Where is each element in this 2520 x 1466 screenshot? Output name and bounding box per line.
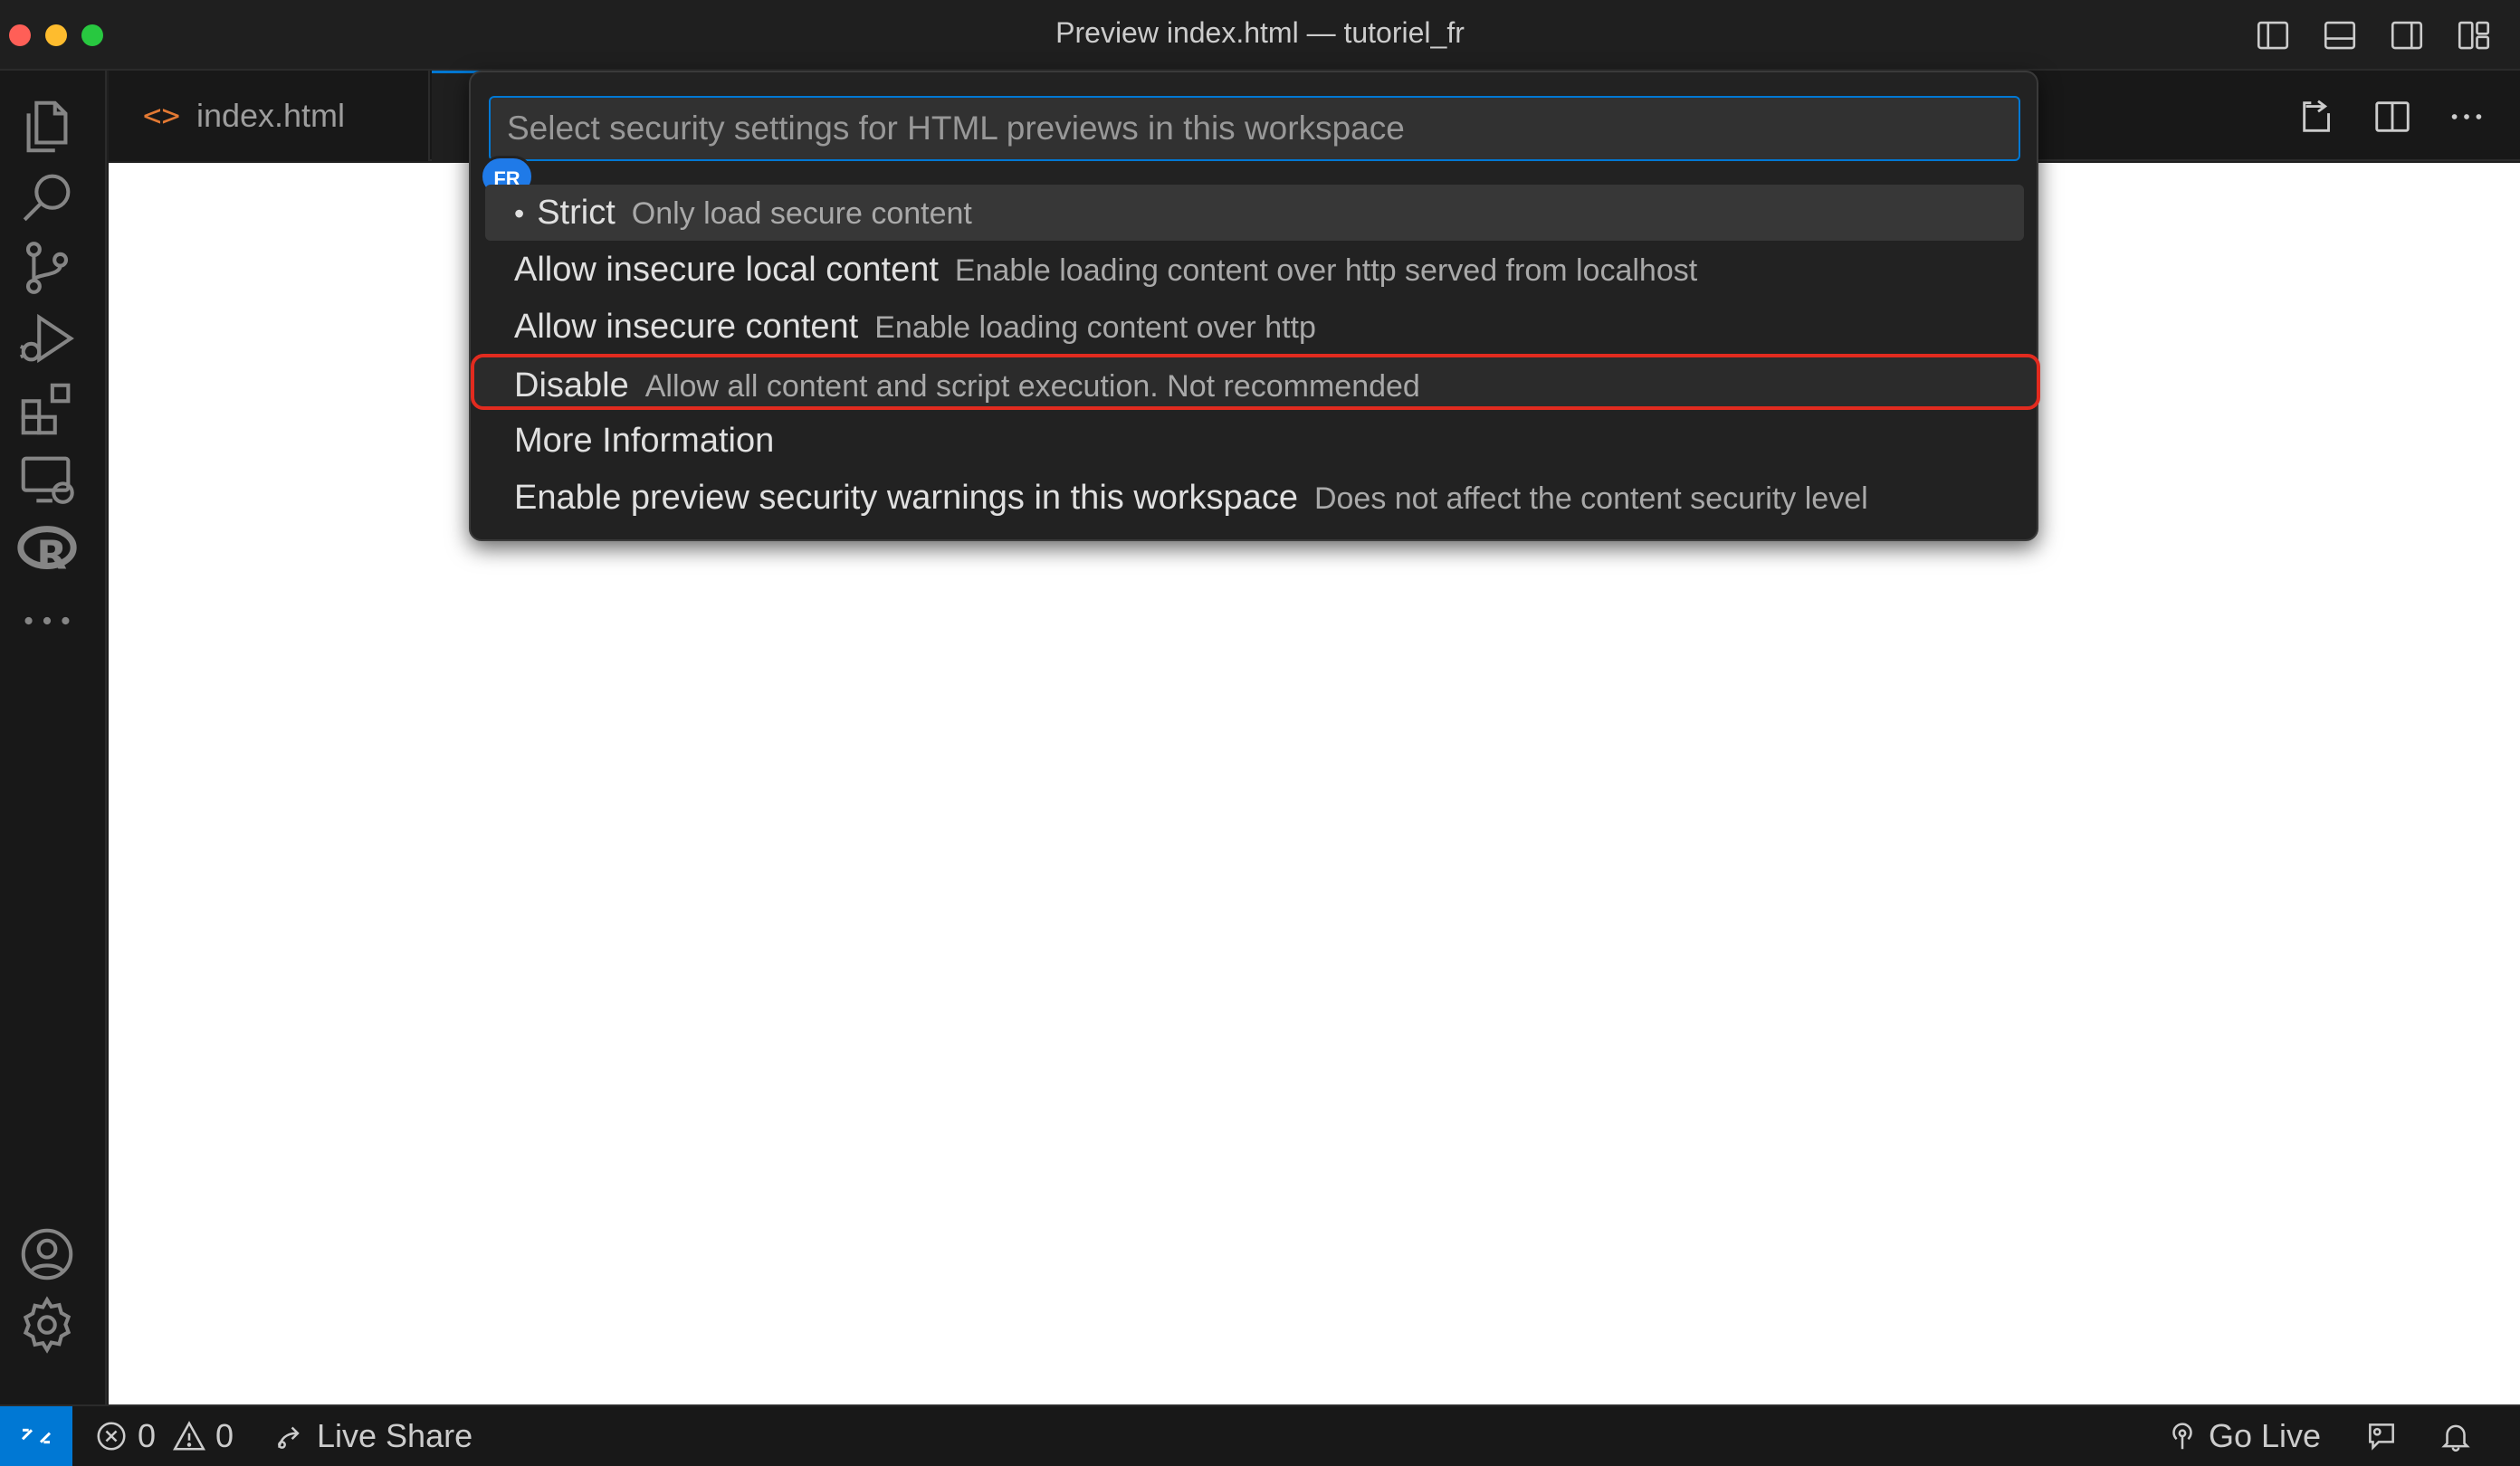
option-label: Disable — [514, 366, 629, 405]
notifications-button[interactable] — [2439, 1406, 2473, 1466]
more-views-icon[interactable] — [13, 586, 81, 655]
accounts-icon[interactable] — [13, 1220, 81, 1289]
option-label: Enable preview security warnings in this… — [514, 479, 1298, 517]
option-label: Allow insecure local content — [514, 251, 939, 289]
open-source-icon[interactable] — [2297, 96, 2339, 138]
more-actions-icon[interactable] — [2446, 96, 2487, 138]
tab-index-html[interactable]: <> index.html — [109, 71, 430, 161]
option-description: Only load secure content — [631, 196, 972, 231]
option-label: More Information — [514, 422, 775, 460]
svg-text:R: R — [36, 532, 67, 578]
html-file-icon: <> — [143, 98, 180, 134]
warning-icon — [173, 1421, 206, 1451]
go-live-button[interactable]: Go Live — [2165, 1406, 2321, 1466]
split-editor-icon[interactable] — [2372, 96, 2413, 138]
broadcast-icon — [2172, 1423, 2192, 1450]
quick-pick-input[interactable] — [489, 96, 2020, 161]
error-count: 0 — [138, 1417, 157, 1454]
live-share-button[interactable]: Live Share — [273, 1406, 472, 1466]
error-icon — [97, 1422, 126, 1451]
toggle-panel-icon[interactable] — [2321, 16, 2359, 54]
toggle-primary-sidebar-icon[interactable] — [2254, 16, 2292, 54]
remote-indicator-button[interactable] — [0, 1406, 72, 1466]
tab-label: index.html — [196, 97, 346, 134]
go-live-label: Go Live — [2209, 1417, 2322, 1454]
toggle-secondary-sidebar-icon[interactable] — [2388, 16, 2426, 54]
option-allow-insecure-content[interactable]: Allow insecure content Enable loading co… — [485, 299, 2024, 355]
explorer-icon[interactable] — [13, 92, 81, 161]
selected-bullet-icon: • — [514, 197, 525, 230]
option-description: Does not affect the content security lev… — [1313, 481, 1868, 516]
customize-layout-icon[interactable] — [2455, 16, 2493, 54]
option-description: Allow all content and script execution. … — [644, 369, 1420, 404]
option-description: Enable loading content over http — [874, 310, 1316, 345]
settings-gear-icon[interactable] — [13, 1290, 81, 1359]
editor-actions — [2297, 96, 2487, 138]
option-strict[interactable]: • Strict Only load secure content — [485, 185, 2024, 241]
option-label: Strict — [537, 194, 616, 232]
feedback-button[interactable] — [2364, 1406, 2399, 1466]
status-bar: 0 0 Live Share Go Live — [0, 1404, 2520, 1466]
r-language-icon[interactable]: R — [13, 516, 81, 585]
option-label: Allow insecure content — [514, 308, 859, 346]
warning-count: 0 — [215, 1417, 234, 1454]
feedback-icon — [2369, 1423, 2394, 1451]
remote-explorer-icon[interactable] — [13, 445, 81, 514]
option-disable[interactable]: Disable Allow all content and script exe… — [471, 354, 2040, 410]
search-icon[interactable] — [13, 163, 81, 232]
run-and-debug-icon[interactable] — [13, 304, 81, 373]
option-allow-insecure-local-content[interactable]: Allow insecure local content Enable load… — [485, 242, 2024, 298]
remote-icon — [21, 1428, 52, 1444]
activity-bar: R — [0, 71, 107, 1404]
bell-icon — [2441, 1424, 2470, 1452]
live-share-label: Live Share — [317, 1417, 473, 1454]
window-title: Preview index.html — tutoriel_fr — [1055, 16, 1465, 49]
option-enable-security-warnings[interactable]: Enable preview security warnings in this… — [485, 470, 2024, 526]
title-bar: Preview index.html — tutoriel_fr — [0, 0, 2520, 71]
layout-controls — [2254, 16, 2493, 54]
source-control-icon[interactable] — [13, 233, 81, 302]
extensions-icon[interactable] — [13, 375, 81, 443]
problems-indicator[interactable]: 0 0 — [94, 1406, 234, 1466]
option-more-information[interactable]: More Information — [485, 413, 2024, 469]
option-description: Enable loading content over http served … — [954, 253, 1698, 288]
security-settings-quick-pick: FR • Strict Only load secure content All… — [469, 71, 2040, 541]
live-share-icon — [278, 1426, 300, 1449]
